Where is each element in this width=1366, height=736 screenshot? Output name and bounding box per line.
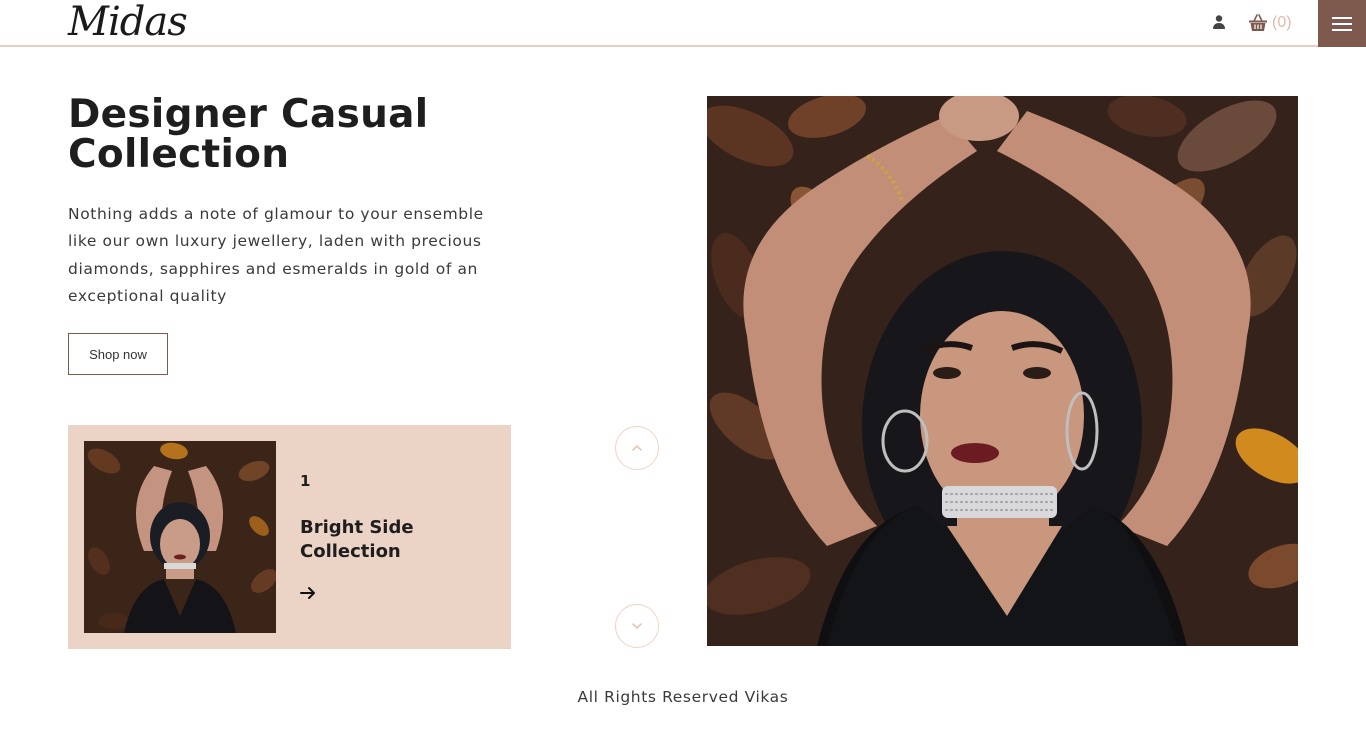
footer-text: All Rights Reserved Vikas bbox=[577, 688, 789, 706]
hero-description: Nothing adds a note of glamour to your e… bbox=[68, 205, 484, 305]
menu-button[interactable] bbox=[1318, 0, 1366, 47]
hero-title: Designer Casual Collection bbox=[68, 92, 429, 177]
logo[interactable]: Midas bbox=[68, 0, 188, 44]
slide-up-button[interactable] bbox=[615, 426, 659, 470]
shop-now-button[interactable]: Shop now bbox=[68, 333, 168, 375]
slide-down-button[interactable] bbox=[615, 604, 659, 648]
user-icon[interactable] bbox=[1211, 14, 1227, 30]
chevron-down-icon bbox=[632, 623, 642, 630]
basket-icon[interactable] bbox=[1248, 13, 1268, 33]
slide-thumbnail[interactable] bbox=[84, 441, 276, 633]
slide-card: 1 Bright Side Collection bbox=[68, 425, 511, 649]
hero-image bbox=[707, 96, 1298, 646]
slide-number: 1 bbox=[300, 472, 311, 490]
chevron-up-icon bbox=[632, 444, 642, 451]
arrow-right-icon[interactable] bbox=[300, 585, 316, 601]
slide-title: Bright Side Collection bbox=[300, 517, 414, 562]
site-header: Midas (0) bbox=[0, 0, 1366, 47]
hamburger-menu-icon bbox=[1332, 16, 1352, 31]
cart-count[interactable]: (0) bbox=[1272, 13, 1292, 33]
